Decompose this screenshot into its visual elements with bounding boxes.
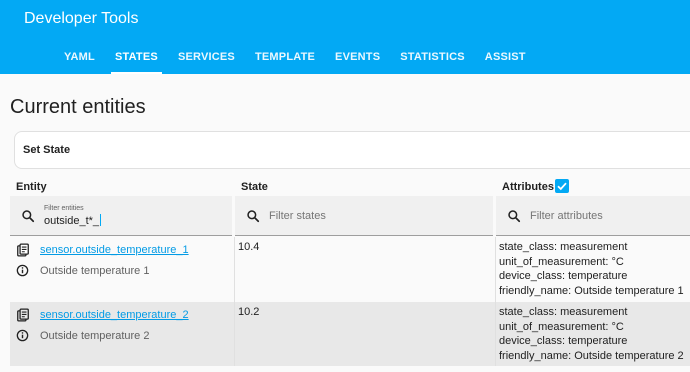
- entity-state-value: 10.4: [238, 241, 260, 253]
- search-icon: [22, 210, 35, 223]
- copy-clipboard-icon[interactable]: [16, 308, 30, 322]
- attribute-line: device_class: temperature: [499, 270, 628, 282]
- tab-bar: YAML STATES SERVICES TEMPLATE EVENTS STA…: [54, 40, 536, 74]
- tab-services[interactable]: SERVICES: [168, 40, 245, 74]
- table-row: sensor.outside_temperature_1 Outside tem…: [10, 237, 690, 302]
- search-icon: [508, 210, 521, 223]
- app-toolbar: Developer Tools YAML STATES SERVICES TEM…: [0, 0, 690, 74]
- filter-entities-field[interactable]: Filter entities outside_t*_: [10, 196, 232, 236]
- check-icon: [557, 182, 567, 191]
- entity-attributes: state_class: measurement unit_of_measure…: [499, 240, 684, 298]
- column-divider: [495, 302, 496, 366]
- tab-assist[interactable]: ASSIST: [475, 40, 536, 74]
- attribute-line: state_class: measurement: [499, 306, 628, 318]
- filter-entities-label: Filter entities: [44, 205, 84, 212]
- attribute-line: friendly_name: Outside temperature 1: [499, 284, 684, 297]
- page-title: Current entities: [10, 96, 146, 118]
- filter-attributes-field[interactable]: Filter attributes: [496, 196, 690, 236]
- set-state-label: Set State: [23, 144, 71, 156]
- entity-id-link[interactable]: sensor.outside_temperature_1: [40, 244, 189, 256]
- column-divider: [234, 302, 235, 366]
- filter-entities-input[interactable]: outside_t*_: [44, 214, 102, 227]
- set-state-panel[interactable]: Set State: [14, 131, 690, 169]
- column-divider: [234, 237, 235, 302]
- entity-friendly-name: Outside temperature 2: [40, 330, 150, 342]
- column-header-attributes: Attributes: [502, 181, 554, 193]
- tab-events[interactable]: EVENTS: [325, 40, 390, 74]
- attributes-checkbox[interactable]: [555, 179, 569, 193]
- entity-state-value: 10.2: [238, 306, 260, 318]
- attribute-line: unit_of_measurement: °C: [499, 320, 624, 333]
- search-icon: [247, 210, 260, 223]
- column-header-entity: Entity: [16, 181, 47, 193]
- table-row: sensor.outside_temperature_2 Outside tem…: [10, 302, 690, 366]
- copy-clipboard-icon[interactable]: [16, 243, 30, 257]
- tab-yaml[interactable]: YAML: [54, 40, 105, 74]
- column-divider: [495, 237, 496, 302]
- column-header-state: State: [241, 181, 268, 193]
- tab-statistics[interactable]: STATISTICS: [390, 40, 475, 74]
- entity-friendly-name: Outside temperature 1: [40, 265, 150, 277]
- entity-attributes: state_class: measurement unit_of_measure…: [499, 305, 684, 363]
- filter-states-field[interactable]: Filter states: [235, 196, 493, 236]
- attribute-line: state_class: measurement: [499, 241, 628, 253]
- info-icon[interactable]: [16, 264, 29, 277]
- entity-id-link[interactable]: sensor.outside_temperature_2: [40, 309, 189, 321]
- attribute-line: unit_of_measurement: °C: [499, 255, 624, 268]
- filter-attributes-input[interactable]: Filter attributes: [530, 210, 603, 222]
- tab-template[interactable]: TEMPLATE: [245, 40, 325, 74]
- info-icon[interactable]: [16, 329, 29, 342]
- tab-states[interactable]: STATES: [105, 40, 168, 74]
- attribute-line: friendly_name: Outside temperature 2: [499, 349, 684, 362]
- attribute-line: device_class: temperature: [499, 335, 628, 347]
- app-title: Developer Tools: [24, 10, 139, 27]
- filter-states-input[interactable]: Filter states: [269, 210, 326, 222]
